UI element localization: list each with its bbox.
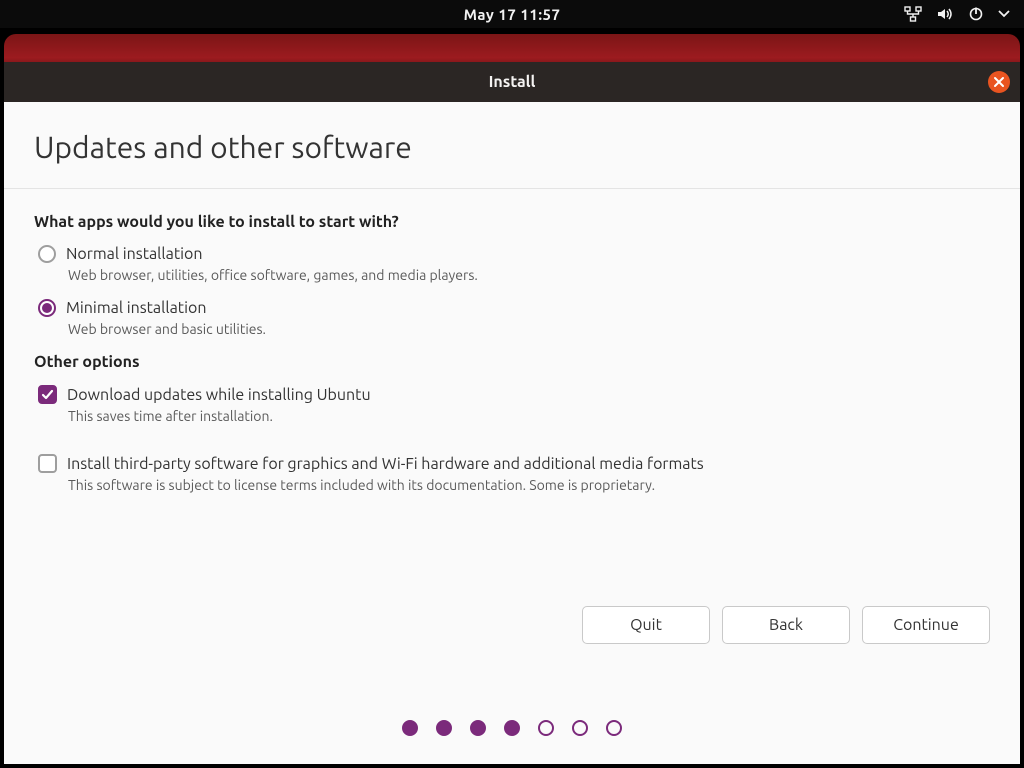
window-title: Install	[489, 73, 536, 91]
checkbox-label: Download updates while installing Ubuntu	[67, 386, 371, 404]
checkbox-icon	[38, 385, 57, 404]
download-updates-desc: This saves time after installation.	[68, 408, 990, 424]
volume-icon[interactable]	[936, 6, 954, 22]
radio-icon	[38, 245, 56, 263]
checkbox-icon	[38, 454, 57, 473]
minimal-installation-desc: Web browser and basic utilities.	[68, 321, 990, 337]
step-dot	[470, 720, 486, 736]
other-options-heading: Other options	[34, 353, 990, 371]
step-dot	[402, 720, 418, 736]
page-title: Updates and other software	[34, 130, 990, 164]
install-type-group: Normal installation Web browser, utiliti…	[34, 245, 990, 493]
footer-buttons: Quit Back Continue	[582, 606, 990, 644]
system-tray[interactable]	[904, 0, 1010, 28]
radio-minimal-installation[interactable]: Minimal installation	[38, 299, 990, 317]
network-icon[interactable]	[904, 6, 922, 22]
step-dot	[436, 720, 452, 736]
radio-icon	[38, 299, 56, 317]
radio-label: Minimal installation	[66, 299, 206, 317]
progress-stepper	[4, 720, 1020, 736]
quit-button[interactable]: Quit	[582, 606, 710, 644]
continue-button[interactable]: Continue	[862, 606, 990, 644]
installer-window: Install Updates and other software What …	[4, 62, 1020, 764]
step-dot	[606, 720, 622, 736]
radio-normal-installation[interactable]: Normal installation	[38, 245, 990, 263]
power-icon[interactable]	[968, 6, 984, 22]
step-dot	[504, 720, 520, 736]
checkbox-label: Install third-party software for graphic…	[67, 455, 704, 473]
close-button[interactable]	[988, 71, 1010, 93]
chevron-down-icon[interactable]	[998, 9, 1010, 19]
radio-label: Normal installation	[66, 245, 203, 263]
third-party-desc: This software is subject to license term…	[68, 477, 990, 493]
normal-installation-desc: Web browser, utilities, office software,…	[68, 267, 990, 283]
installer-content: Updates and other software What apps wou…	[4, 102, 1020, 764]
step-dot	[572, 720, 588, 736]
panel-clock[interactable]: May 17 11:57	[464, 6, 561, 23]
back-button[interactable]: Back	[722, 606, 850, 644]
checkbox-third-party[interactable]: Install third-party software for graphic…	[38, 454, 990, 473]
step-dot	[538, 720, 554, 736]
divider	[4, 188, 1020, 189]
checkbox-download-updates[interactable]: Download updates while installing Ubuntu	[38, 385, 990, 404]
close-icon	[993, 76, 1005, 88]
window-titlebar: Install	[4, 62, 1020, 102]
install-type-question: What apps would you like to install to s…	[34, 213, 990, 231]
top-panel: May 17 11:57	[0, 0, 1024, 28]
